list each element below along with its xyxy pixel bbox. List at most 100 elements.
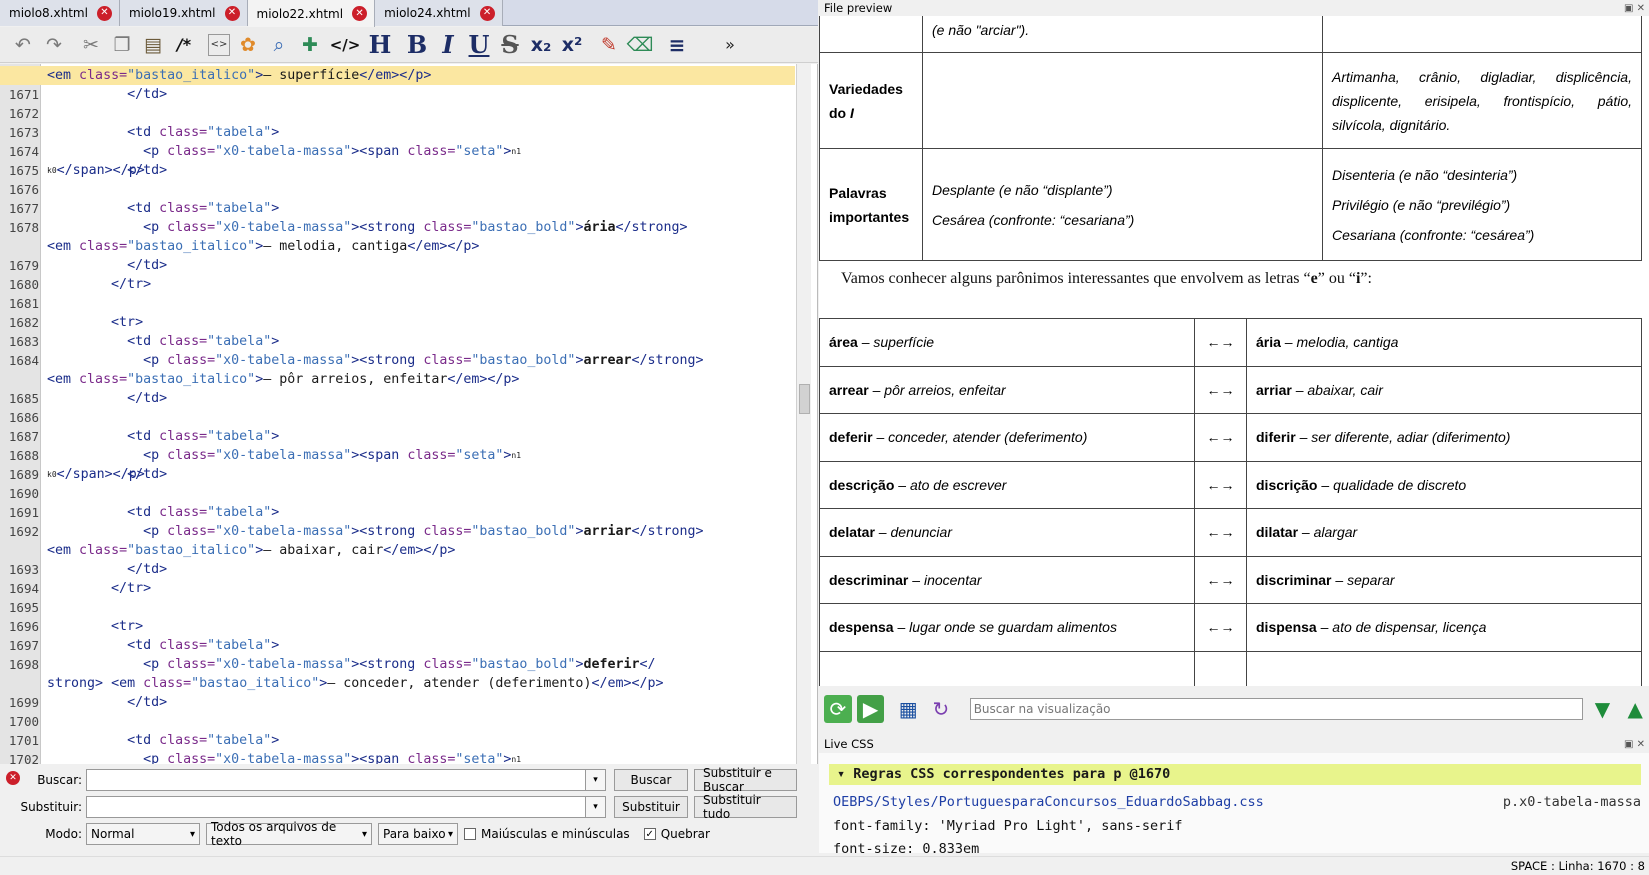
- inspect-icon[interactable]: ▦: [894, 695, 922, 723]
- code-line[interactable]: 1672: [0, 104, 795, 123]
- subscript-icon[interactable]: x₂: [528, 31, 554, 59]
- insert-icon[interactable]: ✚: [297, 31, 323, 59]
- code-line[interactable]: 1684 <p class="x0-tabela-massa"><strong …: [0, 351, 795, 370]
- code-line[interactable]: 1695: [0, 598, 795, 617]
- line-text: <td class="tabela">: [127, 429, 280, 444]
- next-result-icon[interactable]: ▼: [1589, 695, 1617, 723]
- code-line[interactable]: 1689 </td>: [0, 465, 795, 484]
- redo-icon[interactable]: ↷: [41, 31, 67, 59]
- close-tab-icon[interactable]: ✕: [224, 5, 240, 21]
- case-checkbox[interactable]: [464, 828, 476, 840]
- code-line[interactable]: 1698 <p class="x0-tabela-massa"><strong …: [0, 655, 795, 674]
- undo-icon[interactable]: ↶: [10, 31, 36, 59]
- scope-select[interactable]: Todos os arquivos de texto: [206, 820, 372, 848]
- format-brush-icon[interactable]: ✎: [596, 31, 622, 59]
- buscar-button[interactable]: Buscar: [614, 769, 688, 791]
- code-line[interactable]: 1693 </td>: [0, 560, 795, 579]
- reload-icon[interactable]: ↻: [927, 695, 955, 723]
- code-line[interactable]: 1677 <td class="tabela">: [0, 199, 795, 218]
- tab-miolo8-xhtml[interactable]: miolo8.xhtml ✕: [0, 0, 120, 26]
- prev-result-icon[interactable]: ▲: [1621, 695, 1649, 723]
- code-line[interactable]: <em class="bastao_italico">– melodia, ca…: [0, 237, 795, 256]
- tag-icon[interactable]: ✿: [235, 31, 261, 59]
- code-line[interactable]: 1699 </td>: [0, 693, 795, 712]
- replace-history-dropdown[interactable]: ▾: [586, 796, 606, 818]
- search-input[interactable]: [86, 769, 586, 791]
- substituir-buscar-button[interactable]: Substituir e Buscar: [694, 766, 797, 794]
- code-line[interactable]: 1685 </td>: [0, 389, 795, 408]
- code-line[interactable]: 1696 <tr>: [0, 617, 795, 636]
- css-rules-header[interactable]: ▾ Regras CSS correspondentes para p @167…: [829, 764, 1641, 785]
- code-line[interactable]: 1690: [0, 484, 795, 503]
- tab-miolo22-xhtml[interactable]: miolo22.xhtml ✕: [247, 0, 376, 27]
- code-line[interactable]: <em class="bastao_italico">– superfície<…: [0, 66, 795, 85]
- mode-select[interactable]: Normal: [86, 823, 200, 845]
- bold-icon[interactable]: B: [404, 30, 430, 59]
- more-icon[interactable]: »: [717, 31, 743, 59]
- paste-icon[interactable]: ▤: [140, 31, 166, 59]
- code-line[interactable]: 1686: [0, 408, 795, 427]
- code-line[interactable]: 1671 </td>: [0, 85, 795, 104]
- copy-icon[interactable]: ❐: [109, 31, 135, 59]
- substituir-button[interactable]: Substituir: [614, 796, 688, 818]
- search-history-dropdown[interactable]: ▾: [586, 769, 606, 791]
- play-icon[interactable]: ▶: [856, 695, 885, 723]
- cut-icon[interactable]: ✂: [78, 31, 104, 59]
- wrap-checkbox[interactable]: ✓: [643, 828, 656, 840]
- pal-c2b: Cesárea (confronte: “cesariana”): [932, 211, 1135, 228]
- underline-icon[interactable]: U: [466, 30, 492, 59]
- code-line[interactable]: 1678 <p class="x0-tabela-massa"><strong …: [0, 218, 795, 237]
- code-editor[interactable]: <em class="bastao_italico">– superfície<…: [0, 64, 818, 764]
- code-line[interactable]: 1673 <td class="tabela">: [0, 123, 795, 142]
- code-line[interactable]: 1701 <td class="tabela">: [0, 731, 795, 750]
- html-icon[interactable]: <>: [208, 33, 230, 56]
- editor-scrollbar[interactable]: [796, 64, 811, 764]
- direction-select[interactable]: Para baixo: [378, 823, 458, 845]
- code-tag-icon[interactable]: </>: [328, 31, 362, 59]
- code-line[interactable]: 1675 </td>: [0, 161, 795, 180]
- refresh-icon[interactable]: ⟳: [824, 695, 852, 723]
- substituir-tudo-button[interactable]: Substituir tudo: [694, 793, 797, 821]
- livecss-float-icon[interactable]: ▣ ✕: [1624, 737, 1645, 753]
- code-line[interactable]: 1688 <p class="x0-tabela-massa"><span cl…: [0, 446, 795, 482]
- zoom-image-icon[interactable]: ⌕: [266, 31, 292, 59]
- heading-icon[interactable]: H: [367, 30, 393, 59]
- comment-icon[interactable]: /*: [171, 31, 197, 59]
- code-line[interactable]: 1682 <tr>: [0, 313, 795, 332]
- code-line[interactable]: 1674 <p class="x0-tabela-massa"><span cl…: [0, 142, 795, 178]
- code-line[interactable]: <em class="bastao_italico">– abaixar, ca…: [0, 541, 795, 560]
- code-line[interactable]: 1692 <p class="x0-tabela-massa"><strong …: [0, 522, 795, 541]
- code-line[interactable]: 1702 <p class="x0-tabela-massa"><span cl…: [0, 750, 795, 764]
- code-line[interactable]: 1697 <td class="tabela">: [0, 636, 795, 655]
- panel-float-icon[interactable]: ▣ ✕: [1624, 1, 1645, 17]
- code-line[interactable]: 1676: [0, 180, 795, 199]
- align-icon[interactable]: ≡: [664, 31, 690, 59]
- code-line[interactable]: 1700: [0, 712, 795, 731]
- code-area[interactable]: <em class="bastao_italico">– superfície<…: [0, 66, 795, 764]
- code-line[interactable]: 1681: [0, 294, 795, 313]
- close-tab-icon[interactable]: ✕: [96, 5, 112, 21]
- replace-input[interactable]: [86, 796, 586, 818]
- code-line[interactable]: 1679 </td>: [0, 256, 795, 275]
- strikethrough-icon[interactable]: S: [497, 30, 523, 59]
- code-line[interactable]: 1680 </tr>: [0, 275, 795, 294]
- code-line[interactable]: 1691 <td class="tabela">: [0, 503, 795, 522]
- close-tab-icon[interactable]: ✕: [479, 5, 495, 21]
- file-preview[interactable]: (e não "arciar"). Variedades do I Artima…: [819, 16, 1649, 686]
- code-line[interactable]: <em class="bastao_italico">– pôr arreios…: [0, 370, 795, 389]
- editor-scrollbar-thumb[interactable]: [799, 384, 810, 414]
- code-line[interactable]: 1683 <td class="tabela">: [0, 332, 795, 351]
- superscript-icon[interactable]: x²: [559, 31, 585, 59]
- tab-miolo19-xhtml[interactable]: miolo19.xhtml ✕: [119, 0, 248, 26]
- code-line[interactable]: strong> <em class="bastao_italico">– con…: [0, 674, 795, 693]
- preview-search-input[interactable]: Buscar na visualização: [969, 698, 1583, 720]
- css-file-link[interactable]: OEBPS/Styles/PortuguesparaConcursos_Edua…: [833, 794, 1264, 810]
- variedades-words: Artimanha, crânio, digladiar, displicênc…: [1322, 52, 1642, 149]
- close-tab-icon[interactable]: ✕: [352, 6, 368, 21]
- code-line[interactable]: 1687 <td class="tabela">: [0, 427, 795, 446]
- line-number: 1698: [8, 657, 39, 672]
- code-line[interactable]: 1694 </tr>: [0, 579, 795, 598]
- tab-miolo24-xhtml[interactable]: miolo24.xhtml ✕: [375, 0, 503, 26]
- clear-format-icon[interactable]: ⌫: [627, 31, 654, 59]
- italic-icon[interactable]: I: [435, 30, 461, 59]
